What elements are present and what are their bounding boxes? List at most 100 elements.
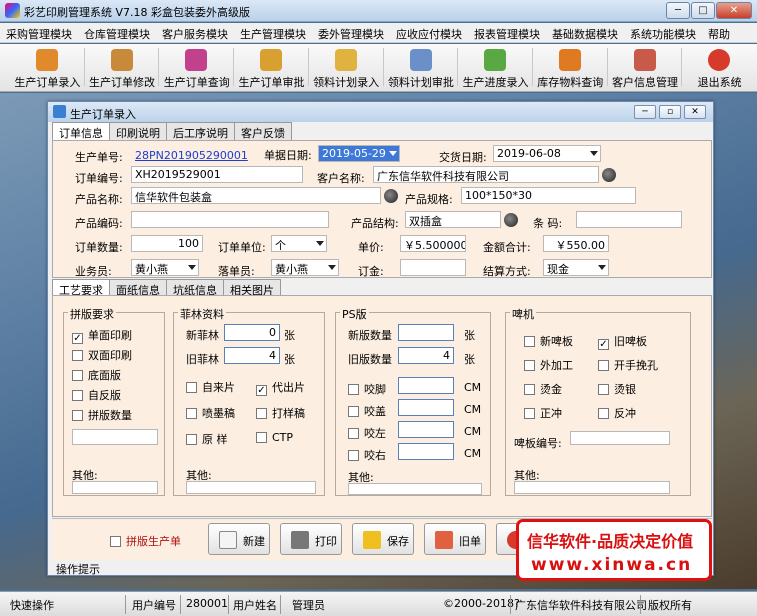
menu-system[interactable]: 系统功能模块 <box>624 23 702 42</box>
cb-proof-draft[interactable]: 打样稿 <box>256 405 305 421</box>
pinban-other-input[interactable] <box>72 481 158 494</box>
pinban-qty-input[interactable] <box>72 429 158 445</box>
toolbar-order-entry-button[interactable]: 生产订单录入 <box>10 44 85 90</box>
customer-input[interactable]: 广东信华软件科技有限公司 <box>373 166 599 183</box>
toolbar-order-approve-button[interactable]: 生产订单审批 <box>234 44 309 90</box>
new-feilin-input[interactable]: 0 <box>224 324 280 341</box>
menu-receivable-payable[interactable]: 应收应付模块 <box>390 23 468 42</box>
status-uid-label: 用户编号 <box>132 599 176 612</box>
cb-inkjet-draft[interactable]: 喷墨稿 <box>186 405 235 421</box>
tab-order-info[interactable]: 订单信息 <box>52 122 110 141</box>
price-input[interactable]: ￥5.500000 <box>400 235 466 252</box>
amount-input[interactable]: ￥550.00 <box>543 235 609 252</box>
customer-icon <box>633 49 656 71</box>
menu-customer-service[interactable]: 客户服务模块 <box>156 23 234 42</box>
cb-silver-stamp[interactable]: 烫银 <box>598 381 636 397</box>
barcode-input[interactable] <box>576 211 682 228</box>
menu-base-data[interactable]: 基础数据模块 <box>546 23 624 42</box>
toolbar-order-edit-button[interactable]: 生产订单修改 <box>85 44 160 90</box>
ps-new-unit: 张 <box>464 329 475 342</box>
cb-gold-stamp[interactable]: 烫金 <box>524 381 562 397</box>
toolbar-material-approve-button[interactable]: 领料计划审批 <box>384 44 459 90</box>
spec-input[interactable]: 100*150*30 <box>461 187 636 204</box>
doc-date-label: 单据日期: <box>264 149 312 162</box>
toolbar-material-plan-button[interactable]: 领料计划录入 <box>309 44 384 90</box>
cb-single-print[interactable]: ✓ 单面印刷 <box>72 327 132 344</box>
settle-select[interactable]: 现金 <box>543 259 609 276</box>
cb-bite-left[interactable]: 咬左 <box>348 425 386 441</box>
old-feilin-input[interactable]: 4 <box>224 347 280 364</box>
tab-post-process[interactable]: 后工序说明 <box>166 122 235 140</box>
cb-handle-hole[interactable]: 开手挽孔 <box>598 357 658 373</box>
prod-no-link[interactable]: 28PN201905290001 <box>135 149 248 162</box>
doc-date-picker[interactable]: 2019-05-29 <box>318 145 400 162</box>
child-restore-button[interactable]: ▫ <box>659 105 681 119</box>
menu-production[interactable]: 生产管理模块 <box>234 23 312 42</box>
hint-label: 操作提示 <box>56 563 100 576</box>
product-input[interactable]: 信华软件包装盒 <box>131 187 381 204</box>
menu-purchase[interactable]: 采购管理模块 <box>0 23 78 42</box>
toolbar-progress-button[interactable]: 生产进度录入 <box>458 44 533 90</box>
delivery-date-picker[interactable]: 2019-06-08 <box>493 145 601 162</box>
die-no-input[interactable] <box>570 431 670 445</box>
cb-outsourced[interactable]: 外加工 <box>524 357 573 373</box>
menu-reports[interactable]: 报表管理模块 <box>468 23 546 42</box>
save-button[interactable]: 保存 <box>352 523 414 555</box>
print-button[interactable]: 打印 <box>280 523 342 555</box>
deposit-input[interactable] <box>400 259 466 276</box>
toolbar-customer-button[interactable]: 客户信息管理 <box>608 44 683 90</box>
toolbar-order-query-button[interactable]: 生产订单查询 <box>159 44 235 90</box>
cb-pinban-production[interactable]: 拼版生产单 <box>110 533 181 549</box>
order-info-panel: 生产单号: 28PN201905290001 单据日期: 2019-05-29 … <box>52 140 712 278</box>
cb-self-reverse[interactable]: 自反版 <box>72 387 121 403</box>
cb-original-sample[interactable]: 原 样 <box>186 431 228 447</box>
ps-old-input[interactable]: 4 <box>398 347 454 364</box>
cb-new-die[interactable]: 新啤板 <box>524 333 573 349</box>
menu-help[interactable]: 帮助 <box>702 23 736 42</box>
cb-double-print[interactable]: 双面印刷 <box>72 347 132 363</box>
bite-right-input[interactable] <box>398 443 454 460</box>
cb-bite-foot[interactable]: 咬脚 <box>348 381 386 397</box>
toolbar-exit-button[interactable]: 退出系统 <box>682 44 757 90</box>
cb-self-film[interactable]: 自来片 <box>186 379 235 395</box>
menu-outsourcing[interactable]: 委外管理模块 <box>312 23 390 42</box>
minimize-button[interactable]: ─ <box>666 2 690 19</box>
cb-back-punch[interactable]: 反冲 <box>598 405 636 421</box>
toolbar: 生产订单录入 生产订单修改 生产订单查询 生产订单审批 领料计划录入 领料计划审… <box>0 44 757 92</box>
new-button[interactable]: 新建 <box>208 523 270 555</box>
bite-left-input[interactable] <box>398 421 454 438</box>
struct-picker-icon[interactable] <box>504 213 518 227</box>
unit-select[interactable]: 个 <box>271 235 327 252</box>
maximize-button[interactable]: □ <box>691 2 715 19</box>
cb-bottom-plate[interactable]: 底面版 <box>72 367 121 383</box>
customer-picker-icon[interactable] <box>602 168 616 182</box>
cb-ctp[interactable]: CTP <box>256 431 293 444</box>
taker-select[interactable]: 黄小燕 <box>271 259 339 276</box>
code-input[interactable] <box>131 211 329 228</box>
cb-front-punch[interactable]: 正冲 <box>524 405 562 421</box>
sales-select[interactable]: 黄小燕 <box>131 259 199 276</box>
tab-print-notes[interactable]: 印刷说明 <box>109 122 167 140</box>
tab-customer-feedback[interactable]: 客户反馈 <box>234 122 292 140</box>
cb-pinban-qty[interactable]: 拼版数量 <box>72 407 132 423</box>
toolbar-stock-query-button[interactable]: 库存物料查询 <box>533 44 608 90</box>
bite-cover-input[interactable] <box>398 399 454 416</box>
cb-bite-right[interactable]: 咬右 <box>348 447 386 463</box>
old-order-button[interactable]: 旧单 <box>424 523 486 555</box>
cb-proxy-film[interactable]: ✓ 代出片 <box>256 379 305 396</box>
ps-new-input[interactable] <box>398 324 454 341</box>
order-no-input[interactable]: XH2019529001 <box>131 166 303 183</box>
die-other-input[interactable] <box>514 481 670 494</box>
cb-bite-cover[interactable]: 咬盖 <box>348 403 386 419</box>
close-button[interactable]: ✕ <box>716 2 752 19</box>
product-picker-icon[interactable] <box>384 189 398 203</box>
child-close-button[interactable]: ✕ <box>684 105 706 119</box>
qty-input[interactable]: 100 <box>131 235 203 252</box>
child-minimize-button[interactable]: ─ <box>634 105 656 119</box>
cb-old-die[interactable]: ✓ 旧啤板 <box>598 333 647 350</box>
struct-input[interactable]: 双插盒 <box>405 211 501 228</box>
ps-other-input[interactable] <box>348 483 482 495</box>
feilin-other-input[interactable] <box>186 481 316 494</box>
bite-foot-input[interactable] <box>398 377 454 394</box>
menu-warehouse[interactable]: 仓库管理模块 <box>78 23 156 42</box>
